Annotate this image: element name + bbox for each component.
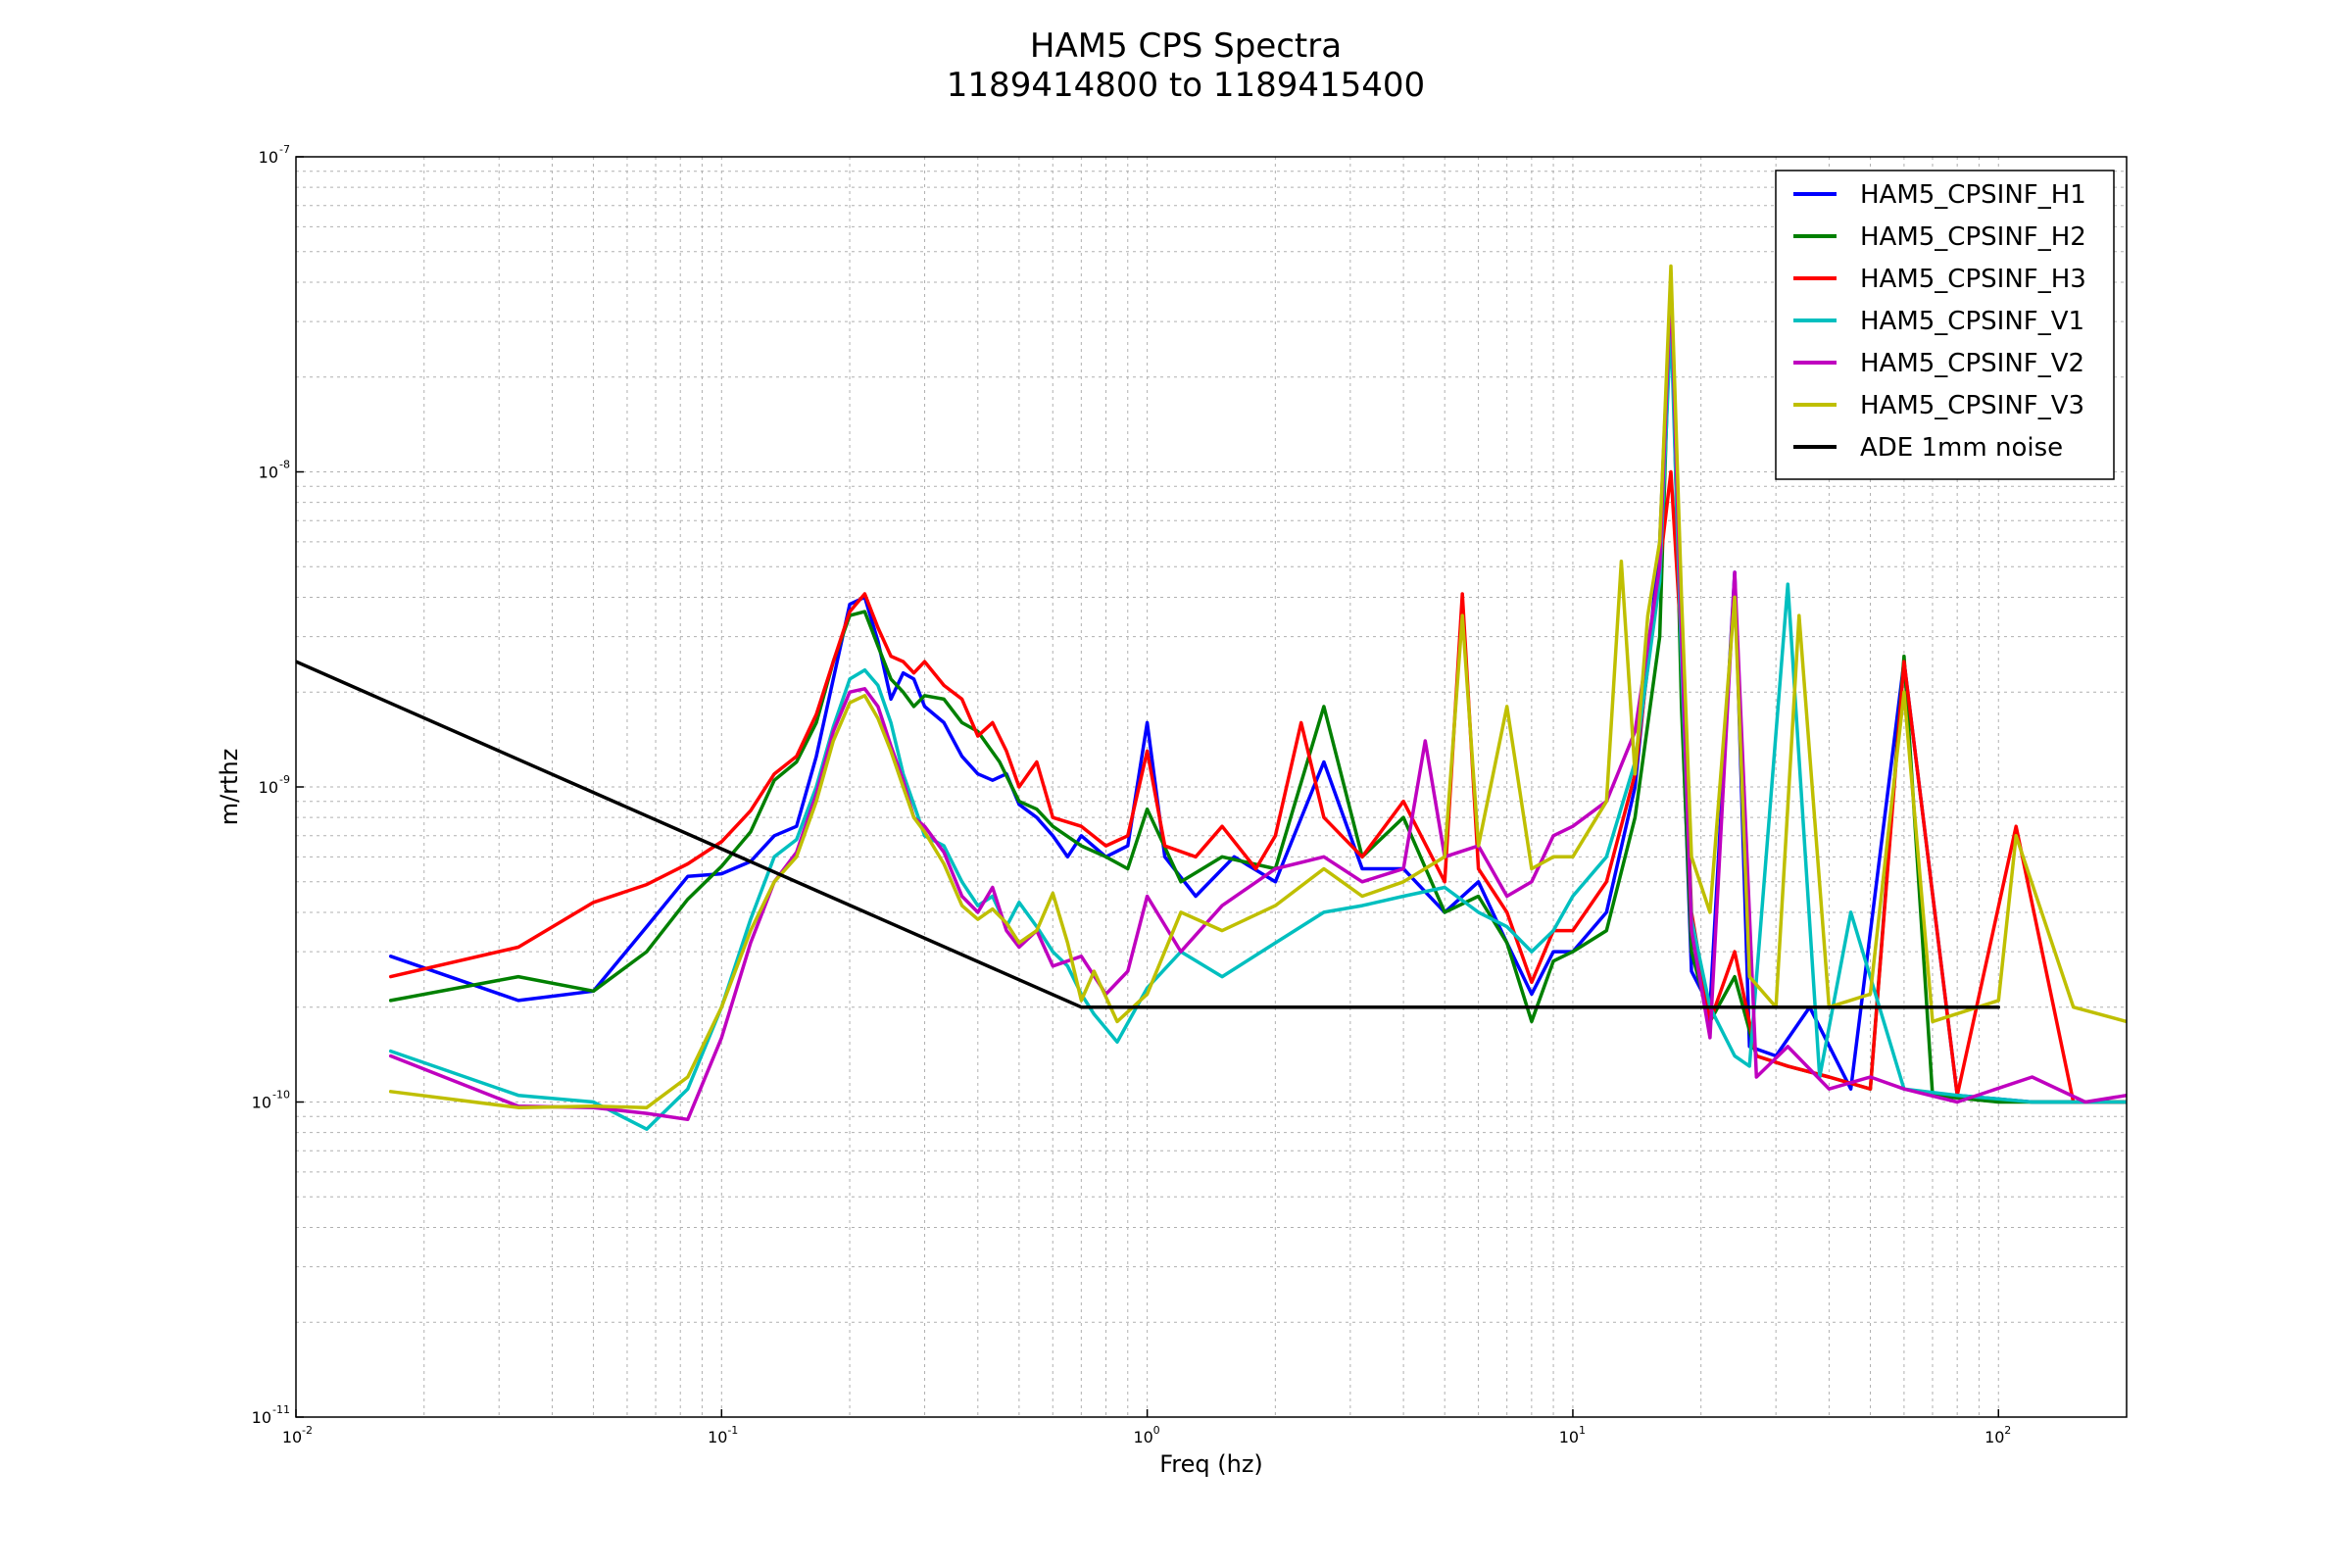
- x-tick-exponent: -1: [727, 1424, 738, 1437]
- y-tick-label: 10: [252, 1408, 271, 1427]
- spectra-chart: HAM5 CPS Spectra 1189414800 to 118941540…: [0, 0, 2352, 1568]
- y-tick-label: 10: [259, 148, 278, 167]
- x-tick-exponent: 1: [1579, 1424, 1586, 1437]
- y-axis-label: m/rthz: [216, 749, 243, 826]
- legend: HAM5_CPSINF_H1 HAM5_CPSINF_H2 HAM5_CPSINF_…: [1775, 170, 2115, 480]
- legend-label: HAM5_CPSINF_V2: [1860, 349, 2084, 378]
- x-tick-exponent: 2: [2004, 1424, 2011, 1437]
- legend-label: HAM5_CPSINF_H1: [1860, 180, 2086, 210]
- y-tick-exponent: -10: [272, 1089, 290, 1102]
- legend-label: HAM5_CPSINF_V3: [1860, 391, 2084, 420]
- x-tick-label: 10: [708, 1428, 727, 1446]
- legend-label: HAM5_CPSINF_V1: [1860, 307, 2084, 336]
- y-tick-label: 10: [259, 464, 278, 482]
- x-tick-label: 10: [1984, 1428, 2004, 1446]
- legend-label: HAM5_CPSINF_H3: [1860, 265, 2086, 294]
- y-tick-exponent: -8: [279, 459, 290, 471]
- x-tick-label: 10: [1559, 1428, 1579, 1446]
- x-tick-label: 10: [282, 1428, 302, 1446]
- y-tick-exponent: -9: [279, 773, 290, 786]
- y-tick-label: 10: [259, 778, 278, 797]
- chart-subtitle: 1189414800 to 1189415400: [947, 66, 1425, 105]
- x-tick-exponent: 0: [1153, 1424, 1160, 1437]
- legend-label: ADE 1mm noise: [1860, 433, 2063, 463]
- y-tick-exponent: -7: [279, 143, 290, 156]
- x-tick-label: 10: [1133, 1428, 1152, 1446]
- x-tick-exponent: -2: [302, 1424, 313, 1437]
- y-tick-exponent: -11: [272, 1403, 290, 1416]
- y-tick-label: 10: [252, 1094, 271, 1112]
- legend-label: HAM5_CPSINF_H2: [1860, 222, 2086, 252]
- chart-title: HAM5 CPS Spectra: [1030, 26, 1342, 66]
- x-axis-label: Freq (hz): [1159, 1450, 1263, 1478]
